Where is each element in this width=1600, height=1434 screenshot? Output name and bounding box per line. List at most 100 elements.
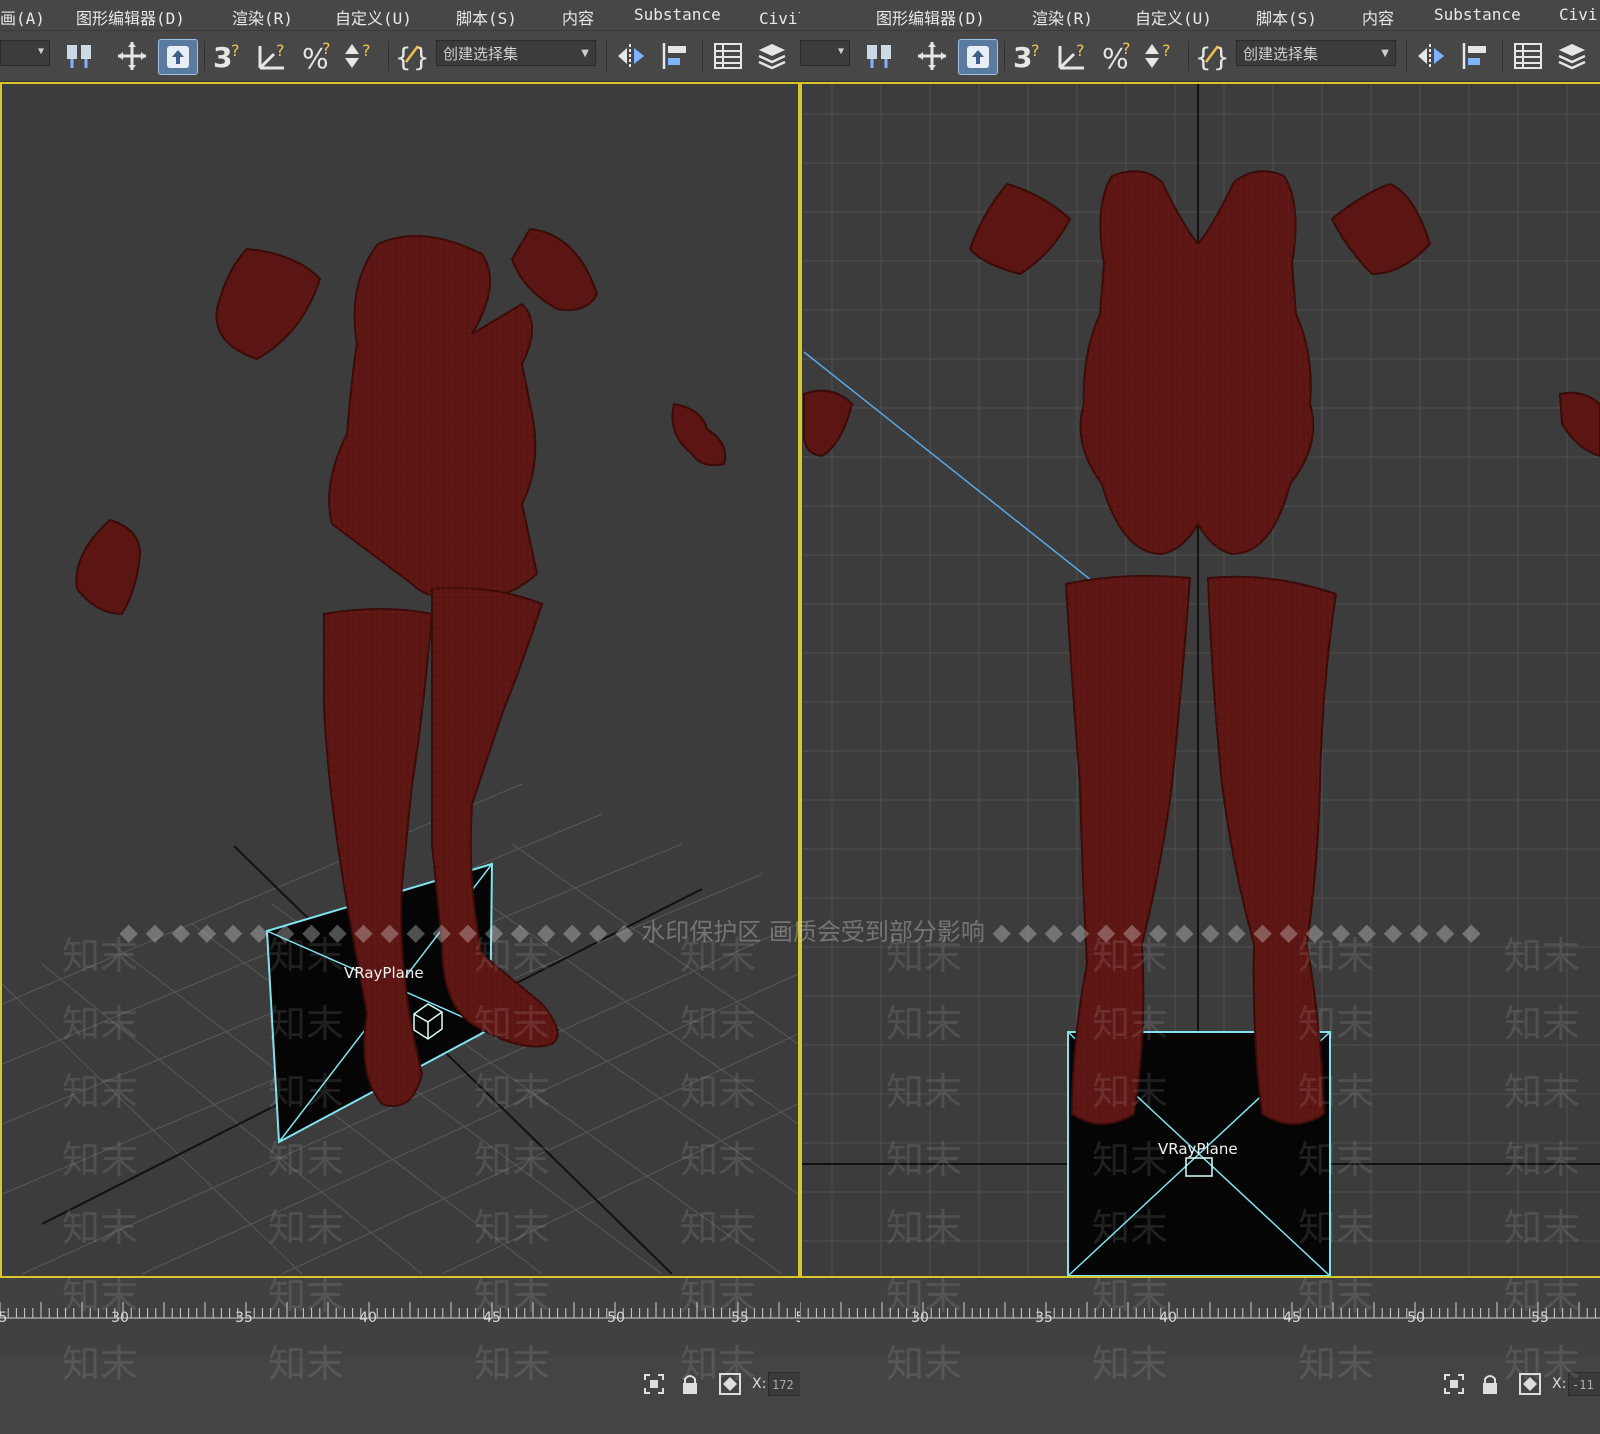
angle-snap-icon[interactable]: ? [1054,39,1094,73]
coord-x-label: X: [752,1376,767,1392]
layer-explorer-icon[interactable] [752,39,792,73]
named-selection-set-dropdown[interactable]: 创建选择集 ▼ [1236,40,1396,66]
menu-customize[interactable]: 自定义(U) [1135,5,1212,29]
model-hand-left [75,518,142,616]
select-object-icon[interactable] [958,39,998,75]
selection-window-icon[interactable] [1442,1372,1466,1400]
menu-rendering[interactable]: 渲染(R) [1032,5,1093,29]
angle-snap-icon[interactable]: ? [254,39,294,73]
selection-set-text: 创建选择集 [443,45,519,63]
select-and-link-icon[interactable] [60,39,100,73]
svg-text:?: ? [1076,41,1085,60]
menu-substance[interactable]: Substance [634,5,721,24]
menu-content[interactable]: 内容 [1362,5,1394,29]
tick-label: 55 [1531,1310,1549,1326]
menu-substance[interactable]: Substance [1434,5,1521,24]
spinner-snap-icon[interactable]: ? [340,39,380,73]
coord-x-field[interactable]: -11 [1568,1372,1600,1396]
tick-label: 35 [235,1310,253,1326]
svg-text:}: } [413,43,429,72]
svg-text:}: } [1213,43,1229,72]
tick-label: 35 [1035,1310,1053,1326]
svg-text:?: ? [362,41,371,60]
time-slider[interactable]: 5 30 35 40 45 50 55 5 [0,1278,800,1358]
front-viewport[interactable]: VRayPlane [800,82,1600,1278]
right-window: 图形编辑器(D) 渲染(R) 自定义(U) 脚本(S) 内容 Substance… [800,0,1600,1434]
menu-rendering[interactable]: 渲染(R) [232,5,293,29]
align-icon[interactable] [1456,39,1496,73]
coord-x-label: X: [1552,1376,1567,1392]
left-window: 画(A) 图形编辑器(D) 渲染(R) 自定义(U) 脚本(S) 内容 Subs… [0,0,800,1434]
scene-explorer-icon[interactable] [1508,39,1548,73]
menu-content[interactable]: 内容 [562,5,594,29]
move-icon[interactable] [114,39,150,73]
snap-3d-icon[interactable]: 3? [1010,39,1048,73]
tick-label: 5 [0,1310,8,1326]
named-selection-set-dropdown[interactable]: 创建选择集 ▼ [436,40,596,66]
edit-named-selection-icon[interactable]: {} [394,39,430,73]
menu-civil[interactable]: Civi [1559,5,1598,24]
vrayplane-label: VRayPlane [344,964,424,982]
lock-icon[interactable] [1480,1372,1500,1400]
menu-scripting[interactable]: 脚本(S) [456,5,517,29]
svg-text:?: ? [1122,40,1131,58]
absolute-mode-icon[interactable] [718,1372,742,1400]
scene-explorer-icon[interactable] [708,39,748,73]
menu-civil[interactable]: Civil画(A) [759,5,800,29]
tick-label: 50 [607,1310,625,1326]
main-toolbar: ▼ 3? ? %? ? {} 创建选择集 ▼ [0,31,800,82]
status-bar: X: -11 [800,1358,1600,1434]
main-toolbar: ▼ 3? ? %? ? {} 创建选择集 ▼ [800,31,1600,82]
tick-label: 40 [359,1310,377,1326]
percent-snap-icon[interactable]: %? [1098,39,1138,73]
model-hand-left [803,389,854,458]
toolbar-dropdown[interactable]: ▼ [800,40,850,66]
tick-label: 30 [111,1310,129,1326]
svg-text:?: ? [322,40,331,58]
layer-explorer-icon[interactable] [1552,39,1592,73]
select-and-link-icon[interactable] [860,39,900,73]
menu-scripting[interactable]: 脚本(S) [1256,5,1317,29]
status-bar: X: 172 [0,1358,800,1434]
watermark-banner: ◆ ◆ ◆ ◆ ◆ ◆ ◆ ◆ ◆ ◆ ◆ ◆ ◆ ◆ ◆ ◆ ◆ ◆ ◆ ◆ … [119,918,1481,946]
model-glove-right [510,227,599,311]
menu-animation[interactable]: 画(A) [0,5,45,29]
svg-text:?: ? [231,41,240,60]
coord-x-field[interactable]: 172 [768,1372,800,1396]
snap-3d-icon[interactable]: 3? [210,39,248,73]
edit-named-selection-icon[interactable]: {} [1194,39,1230,73]
selection-window-icon[interactable] [642,1372,666,1400]
svg-text:?: ? [1162,41,1171,60]
menu-graph-editors[interactable]: 图形编辑器(D) [876,5,985,29]
menu-customize[interactable]: 自定义(U) [335,5,412,29]
tick-label: 45 [483,1310,501,1326]
menu-bar: 画(A) 图形编辑器(D) 渲染(R) 自定义(U) 脚本(S) 内容 Subs… [0,0,800,31]
tick-label: 30 [911,1310,929,1326]
model-hand-right [671,402,727,467]
svg-text:3: 3 [213,41,232,72]
absolute-mode-icon[interactable] [1518,1372,1542,1400]
select-object-icon[interactable] [158,39,198,75]
percent-snap-icon[interactable]: %? [298,39,338,73]
menu-graph-editors[interactable]: 图形编辑器(D) [76,5,185,29]
menu-bar: 图形编辑器(D) 渲染(R) 自定义(U) 脚本(S) 内容 Substance… [800,0,1600,31]
vrayplane-label: VRayPlane [1158,1140,1238,1158]
lock-icon[interactable] [680,1372,700,1400]
move-icon[interactable] [914,39,950,73]
perspective-viewport[interactable]: VRayPlane [0,82,800,1278]
model-glove-left [215,247,322,361]
spinner-snap-icon[interactable]: ? [1140,39,1180,73]
toolbar-dropdown[interactable]: ▼ [0,40,50,66]
model-hand-right [1558,391,1600,458]
svg-text:3: 3 [1013,41,1032,72]
svg-text:?: ? [1031,41,1040,60]
time-slider[interactable]: 30 35 40 45 50 55 [800,1278,1600,1358]
selection-set-text: 创建选择集 [1243,45,1319,63]
tick-label: 50 [1407,1310,1425,1326]
svg-text:?: ? [276,41,285,60]
tick-label: 55 [731,1310,749,1326]
align-icon[interactable] [656,39,696,73]
tick-label: 40 [1159,1310,1177,1326]
mirror-icon[interactable] [1412,39,1452,73]
mirror-icon[interactable] [612,39,652,73]
